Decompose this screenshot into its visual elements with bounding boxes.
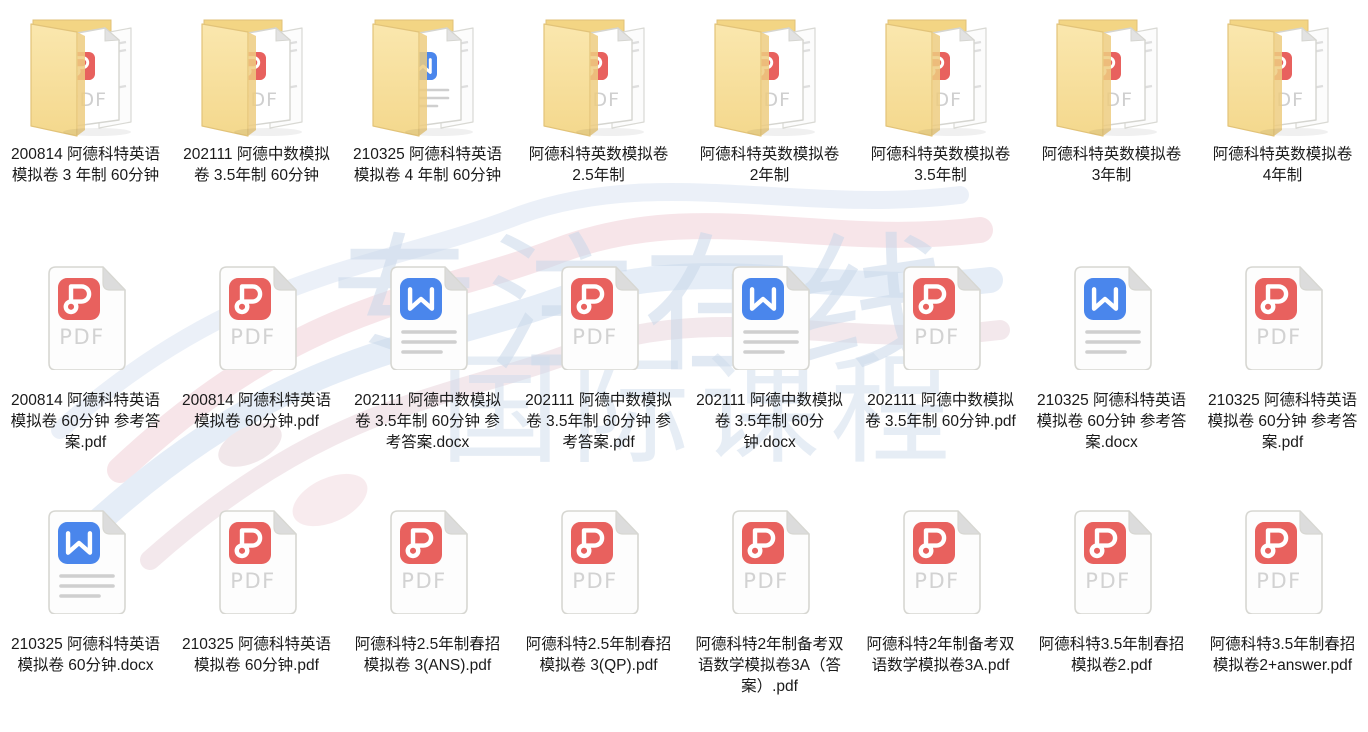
file-label: 阿德科特2.5年制春招模拟卷 3(QP).pdf (525, 636, 672, 674)
folder-icon[interactable]: PDF (1053, 14, 1171, 138)
folder-item[interactable]: PDF 200814 阿德科特英语模拟卷 3 年制 60分钟 (0, 0, 171, 244)
word-icon[interactable] (1069, 258, 1155, 382)
file-item[interactable]: 210325 阿德科特英语模拟卷 60分钟.docx (0, 488, 171, 732)
folder-label: 210325 阿德科特英语模拟卷 4 年制 60分钟 (352, 146, 503, 184)
folder-item[interactable]: 210325 阿德科特英语模拟卷 4 年制 60分钟 (342, 0, 513, 244)
svg-text:PDF: PDF (401, 569, 446, 593)
icon-grid: PDF 200814 阿德科特英语模拟卷 3 年制 60分钟 PDF 20211… (0, 0, 1368, 732)
folder-icon[interactable] (369, 14, 487, 138)
pdf-icon[interactable]: PDF (898, 258, 984, 382)
file-item[interactable]: 202111 阿德中数模拟卷 3.5年制 60分钟 参考答案.docx (342, 244, 513, 488)
file-label: 阿德科特2.5年制春招模拟卷 3(ANS).pdf (354, 636, 501, 674)
file-item[interactable]: PDF 202111 阿德中数模拟卷 3.5年制 60分钟.pdf (855, 244, 1026, 488)
pdf-icon[interactable]: PDF (43, 258, 129, 382)
svg-text:PDF: PDF (572, 325, 617, 349)
folder-label: 200814 阿德科特英语模拟卷 3 年制 60分钟 (10, 146, 161, 184)
svg-text:PDF: PDF (1085, 569, 1130, 593)
file-label: 210325 阿德科特英语模拟卷 60分钟.pdf (181, 636, 332, 674)
folder-item[interactable]: PDF 阿德科特英数模拟卷 3年制 (1026, 0, 1197, 244)
file-label: 202111 阿德中数模拟卷 3.5年制 60分钟.docx (696, 392, 843, 451)
file-item[interactable]: PDF 200814 阿德科特英语模拟卷 60分钟 参考答案.pdf (0, 244, 171, 488)
file-item[interactable]: PDF 210325 阿德科特英语模拟卷 60分钟.pdf (171, 488, 342, 732)
folder-label: 阿德科特英数模拟卷 2年制 (699, 146, 840, 184)
pdf-icon[interactable]: PDF (214, 502, 300, 626)
folder-label: 202111 阿德中数模拟卷 3.5年制 60分钟 (183, 146, 330, 184)
folder-icon[interactable]: PDF (1224, 14, 1342, 138)
pdf-icon[interactable]: PDF (1240, 258, 1326, 382)
file-item[interactable]: PDF 210325 阿德科特英语模拟卷 60分钟 参考答案.pdf (1197, 244, 1368, 488)
file-label: 210325 阿德科特英语模拟卷 60分钟 参考答案.pdf (1207, 392, 1358, 451)
svg-text:PDF: PDF (572, 569, 617, 593)
pdf-icon[interactable]: PDF (556, 258, 642, 382)
pdf-icon[interactable]: PDF (1240, 502, 1326, 626)
file-item[interactable]: PDF 阿德科特2年制备考双语数学模拟卷3A.pdf (855, 488, 1026, 732)
file-label: 阿德科特3.5年制春招模拟卷2.pdf (1038, 636, 1185, 674)
word-icon[interactable] (43, 502, 129, 626)
folder-label: 阿德科特英数模拟卷 3年制 (1041, 146, 1182, 184)
file-label: 阿德科特3.5年制春招模拟卷2+answer.pdf (1209, 636, 1356, 674)
pdf-icon[interactable]: PDF (1069, 502, 1155, 626)
file-label: 210325 阿德科特英语模拟卷 60分钟.docx (10, 636, 161, 674)
folder-label: 阿德科特英数模拟卷 4年制 (1212, 146, 1353, 184)
pdf-icon[interactable]: PDF (385, 502, 471, 626)
file-item[interactable]: PDF 阿德科特3.5年制春招模拟卷2+answer.pdf (1197, 488, 1368, 732)
folder-icon[interactable]: PDF (27, 14, 145, 138)
folder-icon[interactable]: PDF (540, 14, 658, 138)
pdf-icon[interactable]: PDF (898, 502, 984, 626)
svg-text:PDF: PDF (230, 325, 275, 349)
svg-text:PDF: PDF (1256, 325, 1301, 349)
file-label: 200814 阿德科特英语模拟卷 60分钟 参考答案.pdf (10, 392, 161, 451)
folder-item[interactable]: PDF 阿德科特英数模拟卷 3.5年制 (855, 0, 1026, 244)
word-icon[interactable] (385, 258, 471, 382)
word-icon[interactable] (727, 258, 813, 382)
pdf-icon[interactable]: PDF (727, 502, 813, 626)
folder-icon[interactable]: PDF (711, 14, 829, 138)
folder-item[interactable]: PDF 阿德科特英数模拟卷 4年制 (1197, 0, 1368, 244)
file-label: 202111 阿德中数模拟卷 3.5年制 60分钟.pdf (865, 392, 1016, 430)
pdf-icon[interactable]: PDF (214, 258, 300, 382)
svg-text:PDF: PDF (1256, 569, 1301, 593)
svg-text:PDF: PDF (743, 569, 788, 593)
folder-item[interactable]: PDF 阿德科特英数模拟卷 2年制 (684, 0, 855, 244)
file-label: 200814 阿德科特英语模拟卷 60分钟.pdf (181, 392, 332, 430)
folder-item[interactable]: PDF 202111 阿德中数模拟卷 3.5年制 60分钟 (171, 0, 342, 244)
file-label: 202111 阿德中数模拟卷 3.5年制 60分钟 参考答案.docx (354, 392, 501, 451)
file-item[interactable]: PDF 阿德科特2年制备考双语数学模拟卷3A（答案）.pdf (684, 488, 855, 732)
file-item[interactable]: PDF 阿德科特2.5年制春招模拟卷 3(QP).pdf (513, 488, 684, 732)
file-item[interactable]: PDF 阿德科特3.5年制春招模拟卷2.pdf (1026, 488, 1197, 732)
file-label: 阿德科特2年制备考双语数学模拟卷3A（答案）.pdf (695, 636, 844, 695)
file-label: 阿德科特2年制备考双语数学模拟卷3A.pdf (866, 636, 1015, 674)
file-label: 202111 阿德中数模拟卷 3.5年制 60分钟 参考答案.pdf (525, 392, 672, 451)
folder-item[interactable]: PDF 阿德科特英数模拟卷 2.5年制 (513, 0, 684, 244)
file-item[interactable]: PDF 阿德科特2.5年制春招模拟卷 3(ANS).pdf (342, 488, 513, 732)
file-label: 210325 阿德科特英语模拟卷 60分钟 参考答案.docx (1036, 392, 1187, 451)
svg-text:PDF: PDF (59, 325, 104, 349)
svg-text:PDF: PDF (914, 569, 959, 593)
file-item[interactable]: PDF 202111 阿德中数模拟卷 3.5年制 60分钟 参考答案.pdf (513, 244, 684, 488)
folder-label: 阿德科特英数模拟卷 2.5年制 (528, 146, 669, 184)
folder-icon[interactable]: PDF (198, 14, 316, 138)
folder-icon[interactable]: PDF (882, 14, 1000, 138)
svg-text:PDF: PDF (914, 325, 959, 349)
file-item[interactable]: 210325 阿德科特英语模拟卷 60分钟 参考答案.docx (1026, 244, 1197, 488)
svg-text:PDF: PDF (230, 569, 275, 593)
file-item[interactable]: PDF 200814 阿德科特英语模拟卷 60分钟.pdf (171, 244, 342, 488)
folder-label: 阿德科特英数模拟卷 3.5年制 (870, 146, 1011, 184)
file-item[interactable]: 202111 阿德中数模拟卷 3.5年制 60分钟.docx (684, 244, 855, 488)
pdf-icon[interactable]: PDF (556, 502, 642, 626)
